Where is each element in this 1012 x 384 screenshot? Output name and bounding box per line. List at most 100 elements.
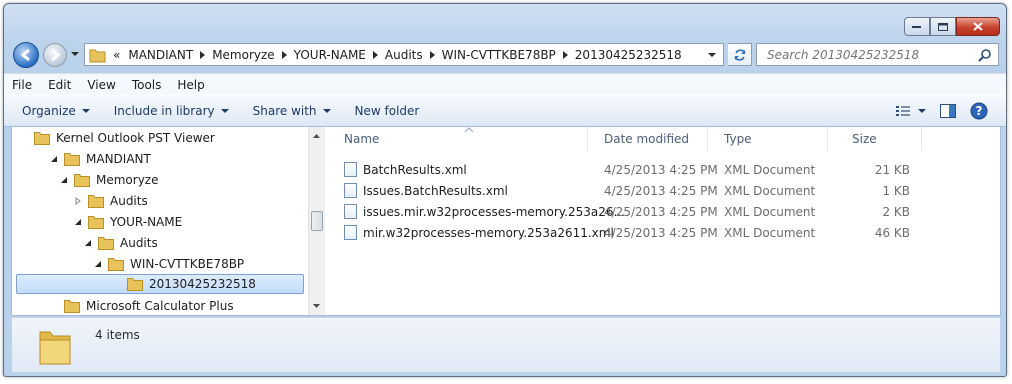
breadcrumb-memoryze[interactable]: Memoryze — [207, 44, 279, 65]
breadcrumb-mandiant[interactable]: MANDIANT — [123, 44, 198, 65]
back-arrow-icon — [20, 48, 30, 62]
breadcrumb-separator-icon[interactable] — [281, 50, 287, 59]
tree-item[interactable]: Audits — [84, 233, 158, 253]
tree-item[interactable]: Memoryze — [60, 170, 158, 190]
scrollbar-thumb[interactable] — [311, 211, 323, 231]
refresh-icon — [733, 48, 746, 61]
tree-item-label: Microsoft Calculator Plus — [86, 299, 234, 313]
folder-open-icon — [88, 216, 104, 229]
column-header-size[interactable]: Size — [828, 127, 922, 151]
menu-view[interactable]: View — [79, 78, 123, 92]
command-bar: Organize Include in library Share with N… — [4, 95, 1006, 127]
tree-item[interactable]: MANDIANT — [50, 149, 151, 169]
breadcrumb-your-name[interactable]: YOUR-NAME — [289, 44, 371, 65]
file-type: XML Document — [724, 162, 816, 177]
organize-button[interactable]: Organize — [4, 98, 102, 124]
file-name: Issues.BatchResults.xml — [363, 183, 508, 198]
forward-button[interactable] — [43, 43, 67, 67]
file-row[interactable]: Issues.BatchResults.xml 4/25/2013 4:25 P… — [326, 180, 926, 201]
file-size: 2 KB — [882, 204, 910, 219]
xml-file-icon — [344, 183, 357, 198]
file-name-cell: issues.mir.w32processes-memory.253a26... — [344, 201, 625, 222]
search-icon[interactable] — [978, 48, 992, 62]
item-count: 4 items — [95, 328, 140, 342]
file-name: mir.w32processes-memory.253a2611.xml — [363, 225, 614, 240]
back-button[interactable] — [13, 42, 39, 68]
menu-file[interactable]: File — [4, 78, 40, 92]
column-header-name-label: Name — [344, 132, 380, 146]
tree-item[interactable]: YOUR-NAME — [74, 212, 182, 232]
refresh-button[interactable] — [728, 43, 752, 66]
search-box[interactable] — [756, 43, 999, 66]
scroll-up-icon[interactable] — [309, 129, 324, 143]
breadcrumb-current[interactable]: 20130425232518 — [570, 44, 687, 65]
folder-icon — [127, 278, 143, 291]
folder-large-icon — [39, 331, 71, 365]
breadcrumb-separator-icon[interactable] — [372, 50, 378, 59]
include-in-library-button[interactable]: Include in library — [102, 98, 241, 124]
tree-item-selected[interactable]: 20130425232518 — [16, 274, 304, 294]
file-name-cell: BatchResults.xml — [344, 159, 467, 180]
folder-open-icon — [74, 174, 90, 187]
tree-item[interactable]: Kernel Outlook PST Viewer — [20, 128, 215, 148]
expanded-icon[interactable] — [74, 218, 82, 226]
scroll-down-icon[interactable] — [309, 299, 324, 313]
menu-help[interactable]: Help — [169, 78, 212, 92]
column-header-type[interactable]: Type — [708, 127, 828, 151]
collapsed-icon[interactable] — [74, 197, 82, 205]
address-dropdown-icon[interactable] — [707, 51, 717, 59]
address-bar[interactable]: « MANDIANT Memoryze YOUR-NAME Audits WIN… — [84, 43, 724, 66]
file-date: 4/25/2013 4:25 PM — [604, 225, 718, 240]
expanded-icon[interactable] — [84, 239, 92, 247]
forward-arrow-icon — [51, 48, 61, 62]
menu-tools[interactable]: Tools — [124, 78, 170, 92]
file-row[interactable]: BatchResults.xml 4/25/2013 4:25 PM XML D… — [326, 159, 926, 180]
change-view-button[interactable] — [896, 105, 926, 117]
help-icon[interactable]: ? — [970, 102, 988, 120]
xml-file-icon — [344, 204, 357, 219]
close-button[interactable] — [956, 17, 1000, 36]
folder-icon — [89, 49, 106, 62]
file-name-cell: Issues.BatchResults.xml — [344, 180, 508, 201]
breadcrumb-separator-icon[interactable] — [562, 50, 568, 59]
search-input[interactable] — [765, 46, 979, 63]
maximize-button[interactable] — [930, 17, 956, 36]
breadcrumb-audits[interactable]: Audits — [380, 44, 428, 65]
expanded-icon[interactable] — [60, 176, 68, 184]
menu-edit[interactable]: Edit — [40, 78, 79, 92]
file-row[interactable]: mir.w32processes-memory.253a2611.xml 4/2… — [326, 222, 926, 243]
new-folder-button[interactable]: New folder — [343, 98, 432, 124]
file-date: 4/25/2013 4:25 PM — [604, 183, 718, 198]
preview-pane-icon[interactable] — [940, 104, 956, 118]
column-header-name[interactable]: Name — [326, 127, 588, 151]
expanded-icon[interactable] — [50, 155, 58, 163]
column-header-type-label: Type — [724, 132, 752, 146]
tree-item-label: Memoryze — [96, 173, 159, 187]
share-with-button[interactable]: Share with — [241, 98, 343, 124]
xml-file-icon — [344, 225, 357, 240]
content-area: Kernel Outlook PST Viewer MANDIANT Memor… — [11, 126, 1001, 316]
tree-scrollbar[interactable] — [308, 127, 325, 315]
tree-item[interactable]: Microsoft Calculator Plus — [50, 296, 234, 315]
file-row[interactable]: issues.mir.w32processes-memory.253a26...… — [326, 201, 926, 222]
details-pane: 4 items — [11, 317, 1001, 373]
breadcrumb-host[interactable]: WIN-CVTTKBE78BP — [437, 44, 561, 65]
menu-bar: File Edit View Tools Help — [4, 73, 1006, 96]
expanded-icon[interactable] — [94, 260, 102, 268]
recent-pages-dropdown[interactable] — [70, 49, 80, 59]
dropdown-caret-icon — [81, 109, 90, 113]
file-type: XML Document — [724, 204, 816, 219]
tree-item[interactable]: Audits — [74, 191, 148, 211]
tree-item[interactable]: WIN-CVTTKBE78BP — [94, 254, 244, 274]
column-header-date[interactable]: Date modified — [588, 127, 708, 151]
navigation-bar: « MANDIANT Memoryze YOUR-NAME Audits WIN… — [4, 40, 1006, 70]
breadcrumb-separator-icon[interactable] — [429, 50, 435, 59]
file-date: 4/25/2013 4:25 PM — [604, 204, 718, 219]
minimize-button[interactable] — [904, 17, 930, 36]
details-view-icon — [896, 106, 910, 116]
breadcrumb-separator-icon[interactable] — [200, 50, 206, 59]
file-size: 1 KB — [882, 183, 910, 198]
breadcrumb-overflow[interactable]: « — [107, 44, 123, 65]
new-folder-label: New folder — [354, 104, 420, 118]
